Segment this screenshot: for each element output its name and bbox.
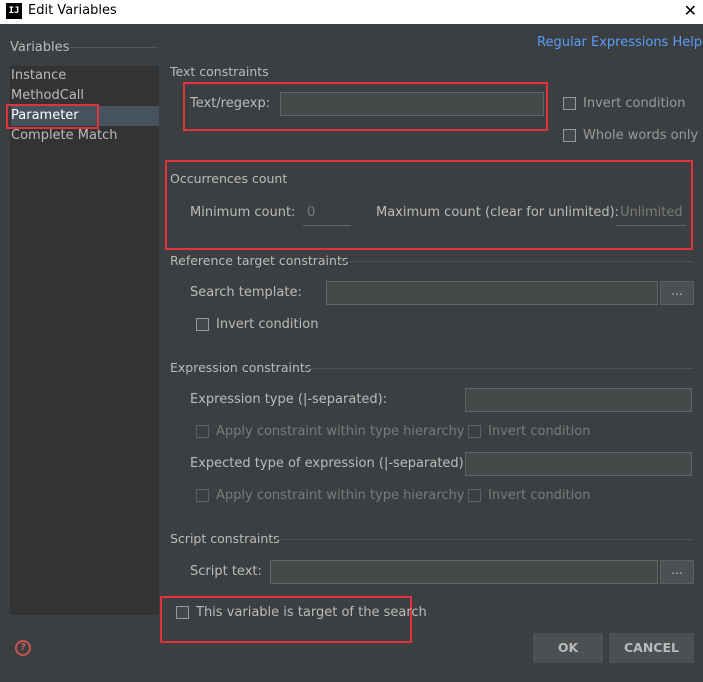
expected-type-input[interactable]: [465, 452, 692, 476]
search-template-label: Search template:: [190, 285, 302, 300]
apply-hierarchy-label-2: Apply constraint within type hierarchy: [216, 488, 465, 503]
invert-condition-text-checkbox[interactable]: [563, 97, 576, 110]
script-text-browse-button[interactable]: ...: [660, 560, 694, 584]
invert-condition-expression-label-2: Invert condition: [488, 488, 591, 503]
apply-hierarchy-label-1: Apply constraint within type hierarchy: [216, 424, 465, 439]
variables-header: Variables: [10, 40, 70, 55]
variable-item-methodcall[interactable]: MethodCall: [11, 86, 159, 106]
search-template-browse-button[interactable]: ...: [660, 281, 694, 305]
apply-hierarchy-checkbox-2[interactable]: [196, 489, 209, 502]
invert-condition-reference-label: Invert condition: [216, 317, 319, 332]
occurrences-title: Occurrences count: [170, 171, 288, 186]
whole-words-only-checkbox[interactable]: [563, 129, 576, 142]
target-of-search-checkbox[interactable]: [176, 606, 189, 619]
cancel-button[interactable]: CANCEL: [609, 633, 694, 663]
invert-condition-text-label: Invert condition: [583, 96, 686, 111]
text-constraints-title: Text constraints: [170, 64, 269, 79]
script-constraints-title: Script constraints: [170, 531, 280, 546]
script-text-label: Script text:: [190, 564, 262, 579]
close-icon[interactable]: ✕: [684, 1, 697, 20]
variable-item-complete-match[interactable]: Complete Match: [11, 126, 159, 146]
target-of-search-label: This variable is target of the search: [196, 605, 427, 620]
expression-constraints-title: Expression constraints: [170, 360, 312, 375]
help-icon[interactable]: ?: [15, 640, 31, 656]
title-bar: IJ Edit Variables ✕: [0, 0, 703, 24]
apply-hierarchy-checkbox-1[interactable]: [196, 425, 209, 438]
reference-divider: [338, 261, 693, 262]
reference-constraints-title: Reference target constraints: [170, 253, 349, 268]
search-template-input[interactable]: [326, 281, 658, 305]
ok-button[interactable]: OK: [533, 633, 603, 663]
highlight-text-regexp: [183, 82, 548, 131]
invert-condition-reference-checkbox[interactable]: [196, 318, 209, 331]
min-count-label: Minimum count:: [190, 205, 296, 220]
min-count-input[interactable]: 0: [303, 202, 351, 226]
max-count-input[interactable]: Unlimited: [616, 202, 686, 226]
max-count-label: Maximum count (clear for unlimited):: [376, 205, 620, 220]
invert-condition-expression-label-1: Invert condition: [488, 424, 591, 439]
highlight-parameter: [6, 104, 99, 129]
invert-condition-expression-checkbox-2[interactable]: [468, 489, 481, 502]
expression-type-label: Expression type (|-separated):: [190, 392, 388, 407]
variable-item-instance[interactable]: Instance: [11, 66, 159, 86]
whole-words-only-label: Whole words only: [583, 128, 699, 143]
expression-divider: [304, 368, 693, 369]
variables-list[interactable]: Instance MethodCall Parameter Complete M…: [10, 66, 159, 615]
expected-type-label: Expected type of expression (|-separated…: [190, 456, 469, 471]
variables-header-divider: [70, 47, 158, 48]
regex-help-link[interactable]: Regular Expressions Help: [537, 35, 702, 50]
intellij-app-icon: IJ: [6, 3, 22, 19]
script-divider: [275, 539, 693, 540]
script-text-input[interactable]: [270, 560, 658, 584]
invert-condition-expression-checkbox-1[interactable]: [468, 425, 481, 438]
expression-type-input[interactable]: [465, 388, 692, 412]
window-title: Edit Variables: [28, 3, 117, 18]
